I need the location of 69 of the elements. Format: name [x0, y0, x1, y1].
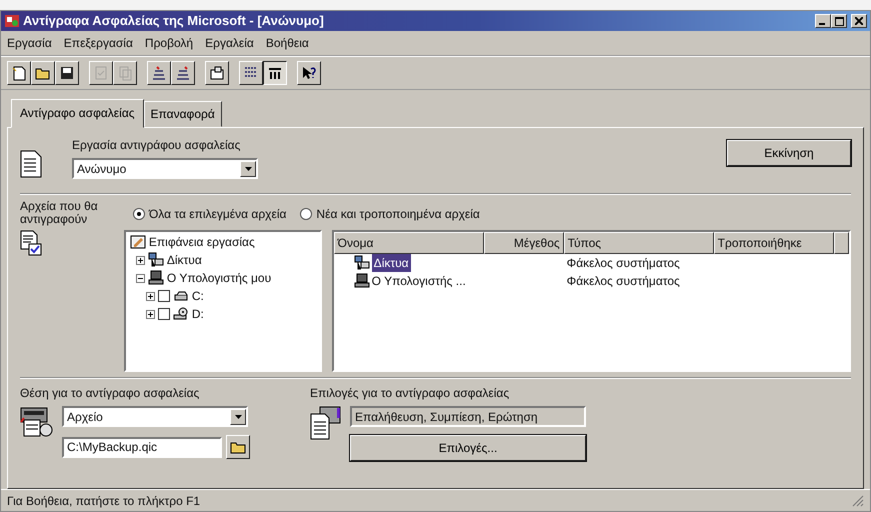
resize-grip-icon [852, 494, 864, 506]
start-button[interactable]: Εκκίνηση [727, 140, 851, 166]
tree-item[interactable]: D: [192, 305, 204, 324]
document-icon [20, 150, 42, 178]
cd-drive-icon [172, 306, 189, 322]
tree-item[interactable]: Ο Υπολογιστής μου [166, 269, 272, 288]
list-item[interactable]: Δίκτυα [372, 254, 411, 272]
desktop-icon [130, 234, 146, 250]
new-file-icon [11, 65, 27, 81]
properties-icon [209, 65, 225, 81]
column-header[interactable]: Τροποποιήθηκε [714, 232, 834, 254]
path-field[interactable]: C:\MyBackup.qic [62, 436, 222, 458]
table-cell-text: Φάκελος συστήματος [566, 255, 681, 272]
column-header[interactable]: Τύπος [564, 232, 714, 254]
maximize-icon [834, 16, 844, 26]
checkbox[interactable] [158, 290, 170, 302]
computer-icon [354, 273, 370, 290]
column-header[interactable] [834, 232, 849, 254]
options-document-icon [310, 406, 342, 440]
menu-item[interactable]: Εργασία [7, 34, 52, 52]
expand-icon[interactable] [146, 292, 155, 301]
pages-icon [117, 65, 133, 81]
browse-button[interactable] [226, 435, 250, 460]
maximize-button[interactable] [831, 14, 847, 28]
tape-drive-icon [20, 406, 54, 438]
options-button[interactable]: Επιλογές... [350, 435, 586, 462]
collapse-icon[interactable] [136, 274, 145, 283]
options-label: Επιλογές για το αντίγραφο ασφαλείας [310, 385, 510, 402]
tree-item[interactable]: C: [192, 287, 204, 306]
tab[interactable]: Αντίγραφο ασφαλείας [11, 99, 144, 128]
folder-icon [230, 440, 246, 454]
job-label: Εργασία αντιγράφου ασφαλείας [72, 137, 242, 154]
minimize-button[interactable] [815, 14, 831, 28]
radio-option[interactable]: Νέα και τροποποιημένα αρχεία [300, 202, 480, 226]
network-computers-icon [148, 252, 164, 268]
job-dropdown[interactable]: Ανώνυμο [72, 158, 258, 179]
radio-option[interactable]: Όλα τα επιλεγμένα αρχεία [133, 202, 286, 226]
check-document-icon [93, 65, 109, 81]
status-text: Για Βοήθεια, πατήστε το πλήκτρο F1 [7, 492, 200, 510]
help-pointer-icon [301, 65, 317, 81]
expand-icon[interactable] [146, 310, 155, 319]
close-button[interactable] [851, 14, 867, 28]
tab[interactable]: Επαναφορά [144, 101, 222, 127]
tree-item[interactable]: Δίκτυα [166, 251, 202, 270]
table-cell-text: Φάκελος συστήματος [566, 273, 681, 290]
network-computers-icon [354, 255, 370, 272]
options-summary-field: Επαλήθευση, Συμπίεση, Ερώτηση [350, 406, 586, 428]
app-icon [4, 13, 20, 29]
destination-label: Θέση για το αντίγραφο ασφαλείας [20, 385, 200, 402]
menu-item[interactable]: Εργαλεία [205, 34, 254, 52]
toolbar-button[interactable] [263, 61, 287, 85]
checkbox[interactable] [158, 308, 170, 320]
tree-item[interactable]: Επιφάνεια εργασίας [148, 233, 255, 252]
menu-item[interactable]: Βοήθεια [266, 34, 309, 52]
menu-item[interactable]: Προβολή [144, 34, 194, 52]
select-files-icon [151, 65, 167, 81]
window-title: Αντίγραφα Ασφαλείας της Microsoft - [Ανώνυμο] [23, 12, 324, 30]
destination-dropdown[interactable]: Αρχείο [62, 406, 248, 428]
menu-item[interactable]: Επεξεργασία [64, 34, 133, 52]
list-item[interactable]: Ο Υπολογιστής ... [372, 272, 466, 290]
files-label: Αρχεία που θα αντιγραφούν [20, 200, 99, 226]
computer-icon [148, 270, 164, 286]
column-header[interactable]: Μέγεθος [484, 232, 564, 254]
expand-icon[interactable] [136, 256, 145, 265]
close-icon [855, 17, 863, 25]
column-header[interactable]: Όνομα [334, 232, 484, 254]
checked-documents-icon [20, 230, 42, 256]
details-view-icon [267, 65, 283, 81]
deselect-files-icon [175, 65, 191, 81]
